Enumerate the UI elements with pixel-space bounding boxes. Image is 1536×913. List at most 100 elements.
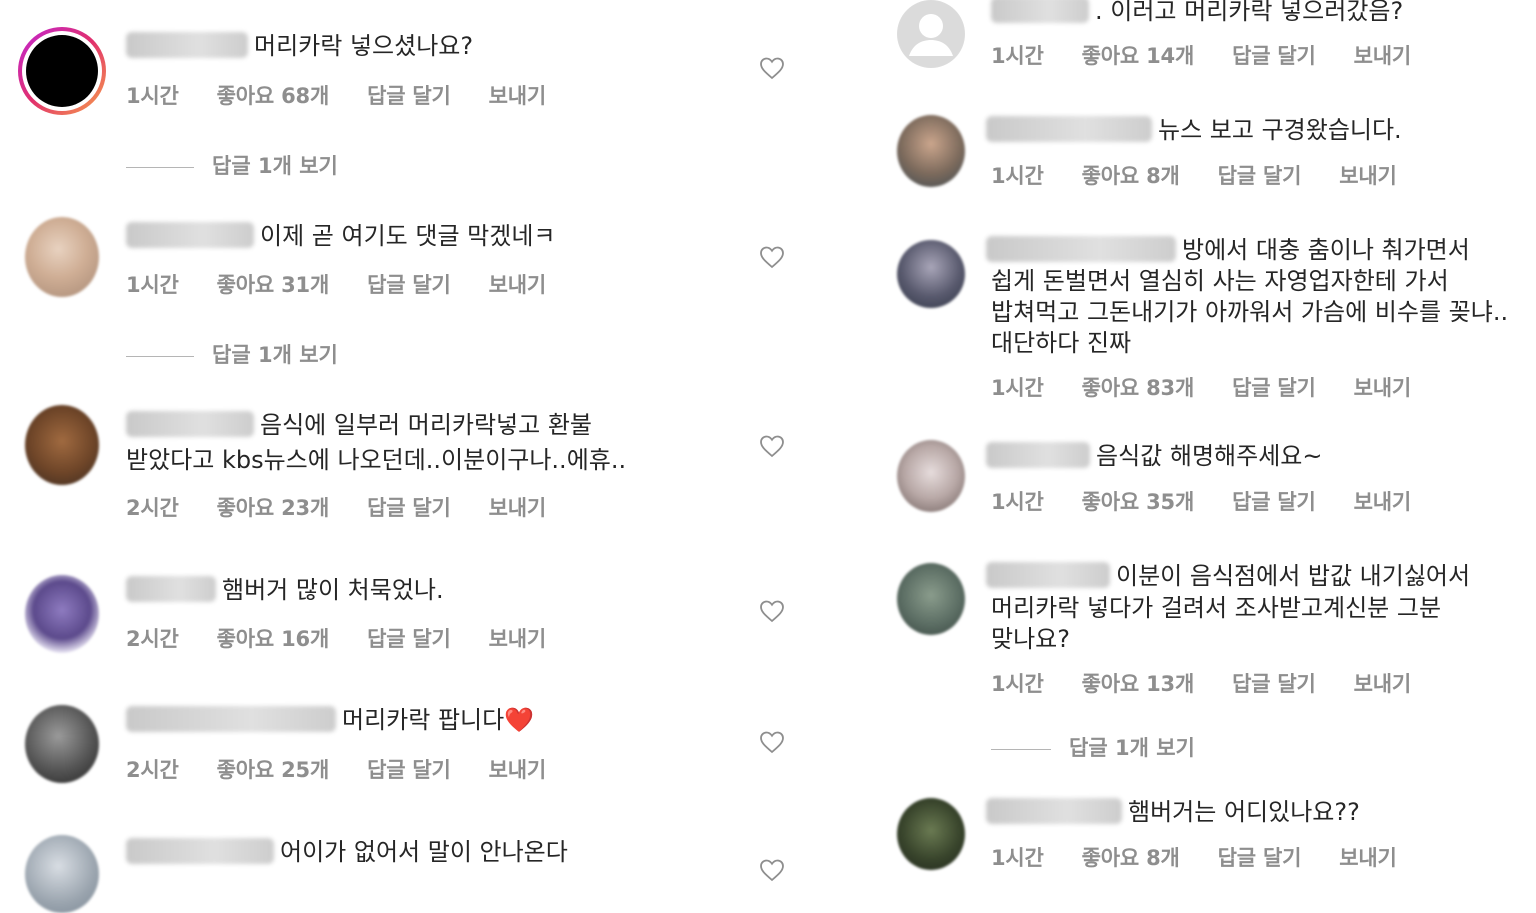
- send-button[interactable]: 보내기: [1339, 842, 1397, 872]
- username-blurred[interactable]: [986, 236, 1176, 262]
- comment-meta: 1시간 좋아요 68개 답글 달기 보내기: [126, 80, 546, 110]
- timestamp: 1시간: [126, 273, 179, 297]
- comment-text: 음식값 해명해주세요~: [986, 441, 1322, 472]
- avatar[interactable]: [25, 405, 99, 485]
- view-replies-button[interactable]: 답글 1개 보기: [126, 339, 338, 369]
- comment-meta: 1시간 좋아요 8개 답글 달기 보내기: [991, 160, 1397, 190]
- heart-outline-icon[interactable]: [759, 599, 785, 623]
- timestamp: 2시간: [126, 496, 179, 520]
- avatar[interactable]: [18, 27, 106, 115]
- send-button[interactable]: 보내기: [489, 80, 547, 110]
- comments-column-right: . 이러고 머리카락 넣으러갔음? 1시간 좋아요 14개 답글 달기 보내기 뉴스 …: [880, 0, 1536, 877]
- send-button[interactable]: 보내기: [1354, 668, 1412, 698]
- reply-button[interactable]: 답글 달기: [1232, 40, 1316, 70]
- timestamp: 2시간: [126, 627, 179, 651]
- timestamp: 1시간: [991, 44, 1044, 68]
- avatar[interactable]: [25, 575, 99, 653]
- send-button[interactable]: 보내기: [489, 754, 547, 784]
- avatar[interactable]: [25, 217, 99, 297]
- reply-button[interactable]: 답글 달기: [367, 269, 451, 299]
- username-blurred[interactable]: [986, 442, 1090, 468]
- heart-outline-icon[interactable]: [759, 730, 785, 754]
- username-blurred[interactable]: [126, 706, 336, 732]
- send-button[interactable]: 보내기: [1354, 486, 1412, 516]
- timestamp: 1시간: [991, 164, 1044, 188]
- username-blurred[interactable]: [126, 222, 254, 248]
- comment-text: 햄버거는 어디있나요??: [986, 797, 1360, 828]
- heart-outline-icon[interactable]: [759, 245, 785, 269]
- comment-text-line: 쉽게 돈벌면서 열심히 사는 자영업자한테 가서: [991, 267, 1449, 295]
- timestamp: 1시간: [126, 84, 179, 108]
- avatar[interactable]: [897, 563, 965, 635]
- comment-text-line: 맞나요?: [991, 625, 1070, 653]
- likes-count[interactable]: 좋아요 25개: [217, 754, 330, 784]
- likes-count[interactable]: 좋아요 83개: [1082, 372, 1195, 402]
- likes-count[interactable]: 좋아요 14개: [1082, 40, 1195, 70]
- username-blurred[interactable]: [126, 838, 274, 864]
- reply-button[interactable]: 답글 달기: [1218, 160, 1302, 190]
- view-replies-button[interactable]: 답글 1개 보기: [126, 150, 338, 180]
- avatar[interactable]: [897, 240, 965, 308]
- avatar[interactable]: [897, 798, 965, 870]
- comment-text: 햄버거 많이 처묵었나.: [126, 575, 444, 606]
- comment-text-line: 방에서 대충 춤이나 춰가면서: [986, 235, 1470, 266]
- avatar[interactable]: [25, 705, 99, 783]
- timestamp: 2시간: [126, 758, 179, 782]
- send-button[interactable]: 보내기: [489, 269, 547, 299]
- comment-text-line: 음식에 일부러 머리카락넣고 환불: [126, 410, 592, 441]
- username-blurred[interactable]: [986, 116, 1152, 142]
- comment-meta: 2시간 좋아요 25개 답글 달기 보내기: [126, 754, 546, 784]
- likes-count[interactable]: 좋아요 8개: [1082, 842, 1180, 872]
- heart-outline-icon[interactable]: [759, 858, 785, 882]
- comment-meta: 2시간 좋아요 16개 답글 달기 보내기: [126, 623, 546, 653]
- likes-count[interactable]: 좋아요 13개: [1082, 668, 1195, 698]
- likes-count[interactable]: 좋아요 16개: [217, 623, 330, 653]
- send-button[interactable]: 보내기: [489, 492, 547, 522]
- comment-text: 머리카락 넣으셨나요?: [126, 31, 473, 62]
- send-button[interactable]: 보내기: [489, 623, 547, 653]
- username-blurred[interactable]: [126, 32, 248, 58]
- comments-column-left: 머리카락 넣으셨나요? 1시간 좋아요 68개 답글 달기 보내기 답글 1개 보기 …: [0, 0, 800, 913]
- comment-meta: 1시간 좋아요 31개 답글 달기 보내기: [126, 269, 546, 299]
- default-avatar-icon[interactable]: [897, 0, 965, 68]
- comment-meta: 1시간 좋아요 8개 답글 달기 보내기: [991, 842, 1397, 872]
- send-button[interactable]: 보내기: [1354, 40, 1412, 70]
- reply-button[interactable]: 답글 달기: [367, 492, 451, 522]
- send-button[interactable]: 보내기: [1339, 160, 1397, 190]
- comment-text: 이제 곧 여기도 댓글 막겠네ㅋ: [126, 221, 555, 252]
- username-blurred[interactable]: [126, 411, 254, 437]
- comment-text: . 이러고 머리카락 넣으러갔음?: [991, 0, 1403, 27]
- likes-count[interactable]: 좋아요 35개: [1082, 486, 1195, 516]
- comment-meta: 1시간 좋아요 35개 답글 달기 보내기: [991, 486, 1411, 516]
- divider: [126, 355, 194, 357]
- reply-button[interactable]: 답글 달기: [367, 80, 451, 110]
- username-blurred[interactable]: [986, 798, 1122, 824]
- reply-button[interactable]: 답글 달기: [1232, 668, 1316, 698]
- avatar[interactable]: [25, 835, 99, 913]
- comment-text-line: 받았다고 kbs뉴스에 나오던데..이분이구나..에휴..: [126, 446, 627, 474]
- avatar[interactable]: [897, 115, 965, 187]
- heart-outline-icon[interactable]: [759, 434, 785, 458]
- comment-text: 머리카락 팝니다❤️: [126, 705, 534, 736]
- likes-count[interactable]: 좋아요 31개: [217, 269, 330, 299]
- username-blurred[interactable]: [991, 0, 1089, 23]
- username-blurred[interactable]: [126, 576, 216, 602]
- avatar[interactable]: [897, 440, 965, 512]
- reply-button[interactable]: 답글 달기: [367, 754, 451, 784]
- reply-button[interactable]: 답글 달기: [367, 623, 451, 653]
- reply-button[interactable]: 답글 달기: [1232, 486, 1316, 516]
- timestamp: 1시간: [991, 846, 1044, 870]
- heart-outline-icon[interactable]: [759, 56, 785, 80]
- send-button[interactable]: 보내기: [1354, 372, 1412, 402]
- comment-text-line: 대단하다 진짜: [991, 329, 1132, 357]
- username-blurred[interactable]: [986, 562, 1110, 588]
- reply-button[interactable]: 답글 달기: [1232, 372, 1316, 402]
- comment-text-line: 머리카락 넣다가 걸려서 조사받고계신분 그분: [991, 594, 1442, 622]
- reply-button[interactable]: 답글 달기: [1218, 842, 1302, 872]
- likes-count[interactable]: 좋아요 8개: [1082, 160, 1180, 190]
- timestamp: 1시간: [991, 672, 1044, 696]
- view-replies-button[interactable]: 답글 1개 보기: [991, 732, 1195, 762]
- comment-meta: 1시간 좋아요 14개 답글 달기 보내기: [991, 40, 1411, 70]
- likes-count[interactable]: 좋아요 68개: [217, 80, 330, 110]
- likes-count[interactable]: 좋아요 23개: [217, 492, 330, 522]
